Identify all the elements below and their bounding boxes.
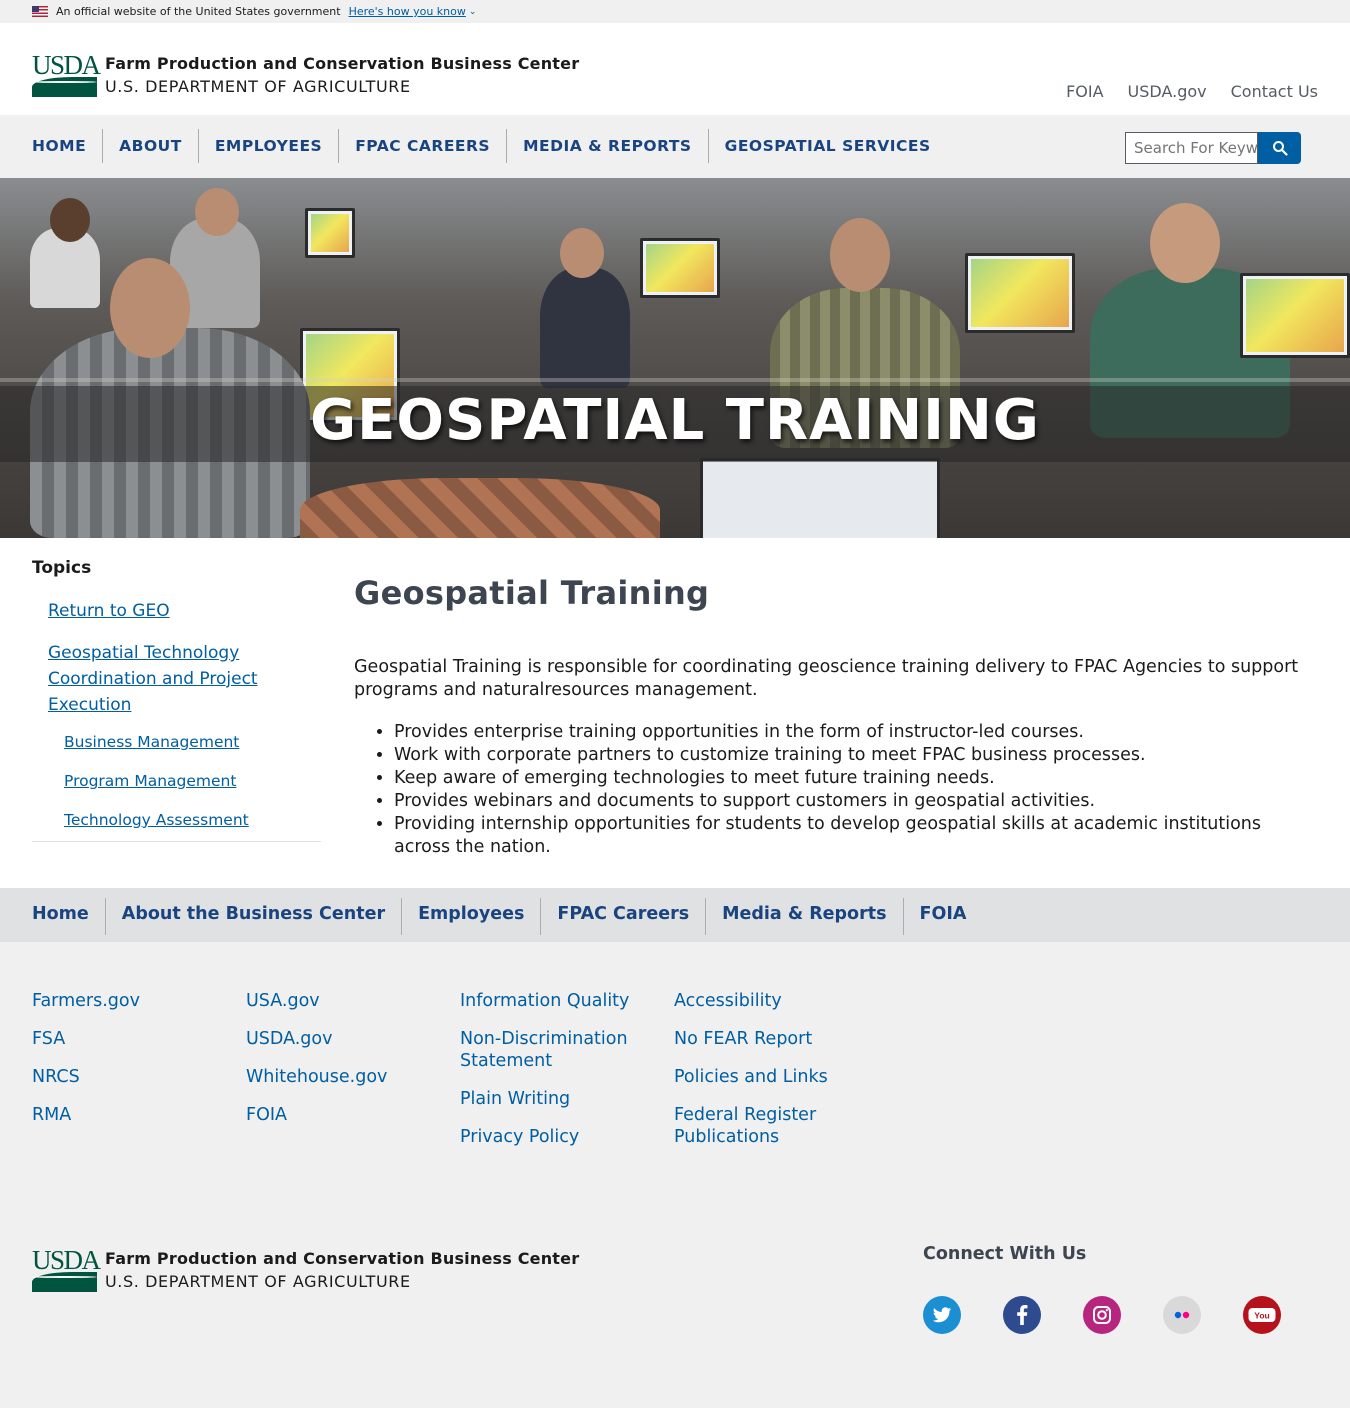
footer-links: Farmers.gov FSA NRCS RMA USA.gov USDA.go… bbox=[32, 990, 888, 1164]
flickr-icon[interactable] bbox=[1163, 1296, 1201, 1334]
footer-nav-about[interactable]: About the Business Center bbox=[104, 898, 401, 935]
intro-paragraph: Geospatial Training is responsible for c… bbox=[354, 657, 1299, 700]
sidebar-item-business-management[interactable]: Business Management bbox=[64, 732, 321, 752]
search-icon bbox=[1272, 141, 1288, 156]
utility-links: FOIA USDA.gov Contact Us bbox=[1066, 82, 1318, 101]
hero-title: GEOSPATIAL TRAINING bbox=[310, 388, 1040, 453]
nav-item-about[interactable]: ABOUT bbox=[102, 129, 198, 163]
footer-col-policies: Information Quality Non-Discrimination S… bbox=[460, 990, 674, 1164]
footer-link-no-fear-report[interactable]: No FEAR Report bbox=[674, 1028, 888, 1050]
sidebar: Topics Return to GEO Geospatial Technolo… bbox=[32, 558, 321, 842]
youtube-icon[interactable]: You bbox=[1243, 1296, 1281, 1334]
footer-nav-media-reports[interactable]: Media & Reports bbox=[705, 898, 902, 935]
search-input[interactable] bbox=[1125, 132, 1258, 164]
footer-link-accessibility[interactable]: Accessibility bbox=[674, 990, 888, 1012]
footer-col-agencies: Farmers.gov FSA NRCS RMA bbox=[32, 990, 246, 1164]
footer-link-foia[interactable]: FOIA bbox=[246, 1104, 460, 1126]
nav-item-fpac-careers[interactable]: FPAC CAREERS bbox=[338, 129, 506, 163]
contact-us-link[interactable]: Contact Us bbox=[1231, 82, 1318, 101]
list-item: Keep aware of emerging technologies to m… bbox=[394, 767, 1314, 790]
page-title: Geospatial Training bbox=[354, 574, 710, 612]
site-logo[interactable]: USDA Farm Production and Conservation Bu… bbox=[32, 52, 580, 99]
list-item: Provides enterprise training opportuniti… bbox=[394, 721, 1314, 744]
nav-item-home[interactable]: HOME bbox=[32, 129, 102, 163]
list-item: Providing internship opportunities for s… bbox=[394, 813, 1314, 859]
dept-name: U.S. DEPARTMENT OF AGRICULTURE bbox=[105, 77, 411, 96]
chevron-down-icon[interactable]: ⌄ bbox=[469, 7, 477, 17]
nav-item-geospatial-services[interactable]: GEOSPATIAL SERVICES bbox=[707, 129, 947, 163]
us-flag-icon bbox=[32, 6, 48, 17]
list-item: Provides webinars and documents to suppo… bbox=[394, 790, 1314, 813]
footer-link-plain-writing[interactable]: Plain Writing bbox=[460, 1088, 674, 1110]
footer-nav-foia[interactable]: FOIA bbox=[902, 898, 983, 935]
nav-item-employees[interactable]: EMPLOYEES bbox=[197, 129, 338, 163]
gov-banner: An official website of the United States… bbox=[0, 0, 1350, 23]
usda-gov-link[interactable]: USDA.gov bbox=[1128, 82, 1207, 101]
footer-nav-employees[interactable]: Employees bbox=[401, 898, 540, 935]
footer-logo[interactable]: USDA Farm Production and Conservation Bu… bbox=[32, 1247, 580, 1294]
search-button[interactable] bbox=[1258, 132, 1301, 164]
footer-link-whitehouse-gov[interactable]: Whitehouse.gov bbox=[246, 1066, 460, 1088]
hero-banner: GEOSPATIAL TRAINING bbox=[0, 178, 1350, 538]
sidebar-heading: Topics bbox=[32, 558, 92, 578]
footer-link-federal-register[interactable]: Federal Register Publications bbox=[674, 1104, 844, 1148]
org-name: Farm Production and Conservation Busines… bbox=[105, 54, 580, 73]
official-site-text: An official website of the United States… bbox=[56, 5, 341, 18]
sidebar-item-return-to-geo[interactable]: Return to GEO bbox=[48, 598, 321, 624]
footer-link-nrcs[interactable]: NRCS bbox=[32, 1066, 246, 1088]
footer-link-usa-gov[interactable]: USA.gov bbox=[246, 990, 460, 1012]
twitter-icon[interactable] bbox=[923, 1296, 961, 1334]
how-you-know-link[interactable]: Here's how you know bbox=[349, 5, 466, 18]
usda-logo-icon: USDA bbox=[32, 1247, 101, 1294]
nav-item-media-reports[interactable]: MEDIA & REPORTS bbox=[506, 129, 708, 163]
footer-org-name: Farm Production and Conservation Busines… bbox=[105, 1249, 580, 1268]
list-item: Work with corporate partners to customiz… bbox=[394, 744, 1314, 767]
footer-dept-name: U.S. DEPARTMENT OF AGRICULTURE bbox=[105, 1272, 411, 1291]
footer-link-usda-gov[interactable]: USDA.gov bbox=[246, 1028, 460, 1050]
main-nav: HOME ABOUT EMPLOYEES FPAC CAREERS MEDIA … bbox=[0, 115, 1350, 178]
search-form bbox=[1125, 132, 1301, 164]
sidebar-divider bbox=[32, 841, 321, 842]
instagram-icon[interactable] bbox=[1083, 1296, 1121, 1334]
connect-with-us: Connect With Us You bbox=[923, 1244, 1281, 1334]
footer-link-rma[interactable]: RMA bbox=[32, 1104, 246, 1126]
sidebar-item-geospatial-technology[interactable]: Geospatial Technology Coordination and P… bbox=[48, 640, 321, 718]
footer-link-farmers-gov[interactable]: Farmers.gov bbox=[32, 990, 246, 1012]
footer-link-non-discrimination[interactable]: Non-Discrimination Statement bbox=[460, 1028, 650, 1072]
footer-link-policies-and-links[interactable]: Policies and Links bbox=[674, 1066, 888, 1088]
footer-link-information-quality[interactable]: Information Quality bbox=[460, 990, 674, 1012]
sidebar-item-technology-assessment[interactable]: Technology Assessment bbox=[64, 810, 321, 830]
facebook-icon[interactable] bbox=[1003, 1296, 1041, 1334]
footer-link-fsa[interactable]: FSA bbox=[32, 1028, 246, 1050]
footer-nav-fpac-careers[interactable]: FPAC Careers bbox=[540, 898, 705, 935]
connect-heading: Connect With Us bbox=[923, 1244, 1087, 1264]
site-header: USDA Farm Production and Conservation Bu… bbox=[0, 23, 1350, 115]
responsibilities-list: Provides enterprise training opportuniti… bbox=[394, 721, 1314, 859]
main-content: Geospatial Training Geospatial Training … bbox=[354, 574, 1314, 859]
footer-nav: Home About the Business Center Employees… bbox=[0, 888, 1350, 942]
svg-text:You: You bbox=[1254, 1311, 1269, 1321]
footer-nav-home[interactable]: Home bbox=[32, 898, 105, 935]
foia-link[interactable]: FOIA bbox=[1066, 82, 1103, 101]
page-content: Topics Return to GEO Geospatial Technolo… bbox=[0, 538, 1350, 888]
social-links: You bbox=[923, 1296, 1281, 1334]
footer-link-privacy-policy[interactable]: Privacy Policy bbox=[460, 1126, 674, 1148]
footer-col-accessibility: Accessibility No FEAR Report Policies an… bbox=[674, 990, 888, 1164]
usda-logo-icon: USDA bbox=[32, 52, 101, 99]
footer-col-gov: USA.gov USDA.gov Whitehouse.gov FOIA bbox=[246, 990, 460, 1164]
sidebar-item-program-management[interactable]: Program Management bbox=[64, 771, 321, 791]
